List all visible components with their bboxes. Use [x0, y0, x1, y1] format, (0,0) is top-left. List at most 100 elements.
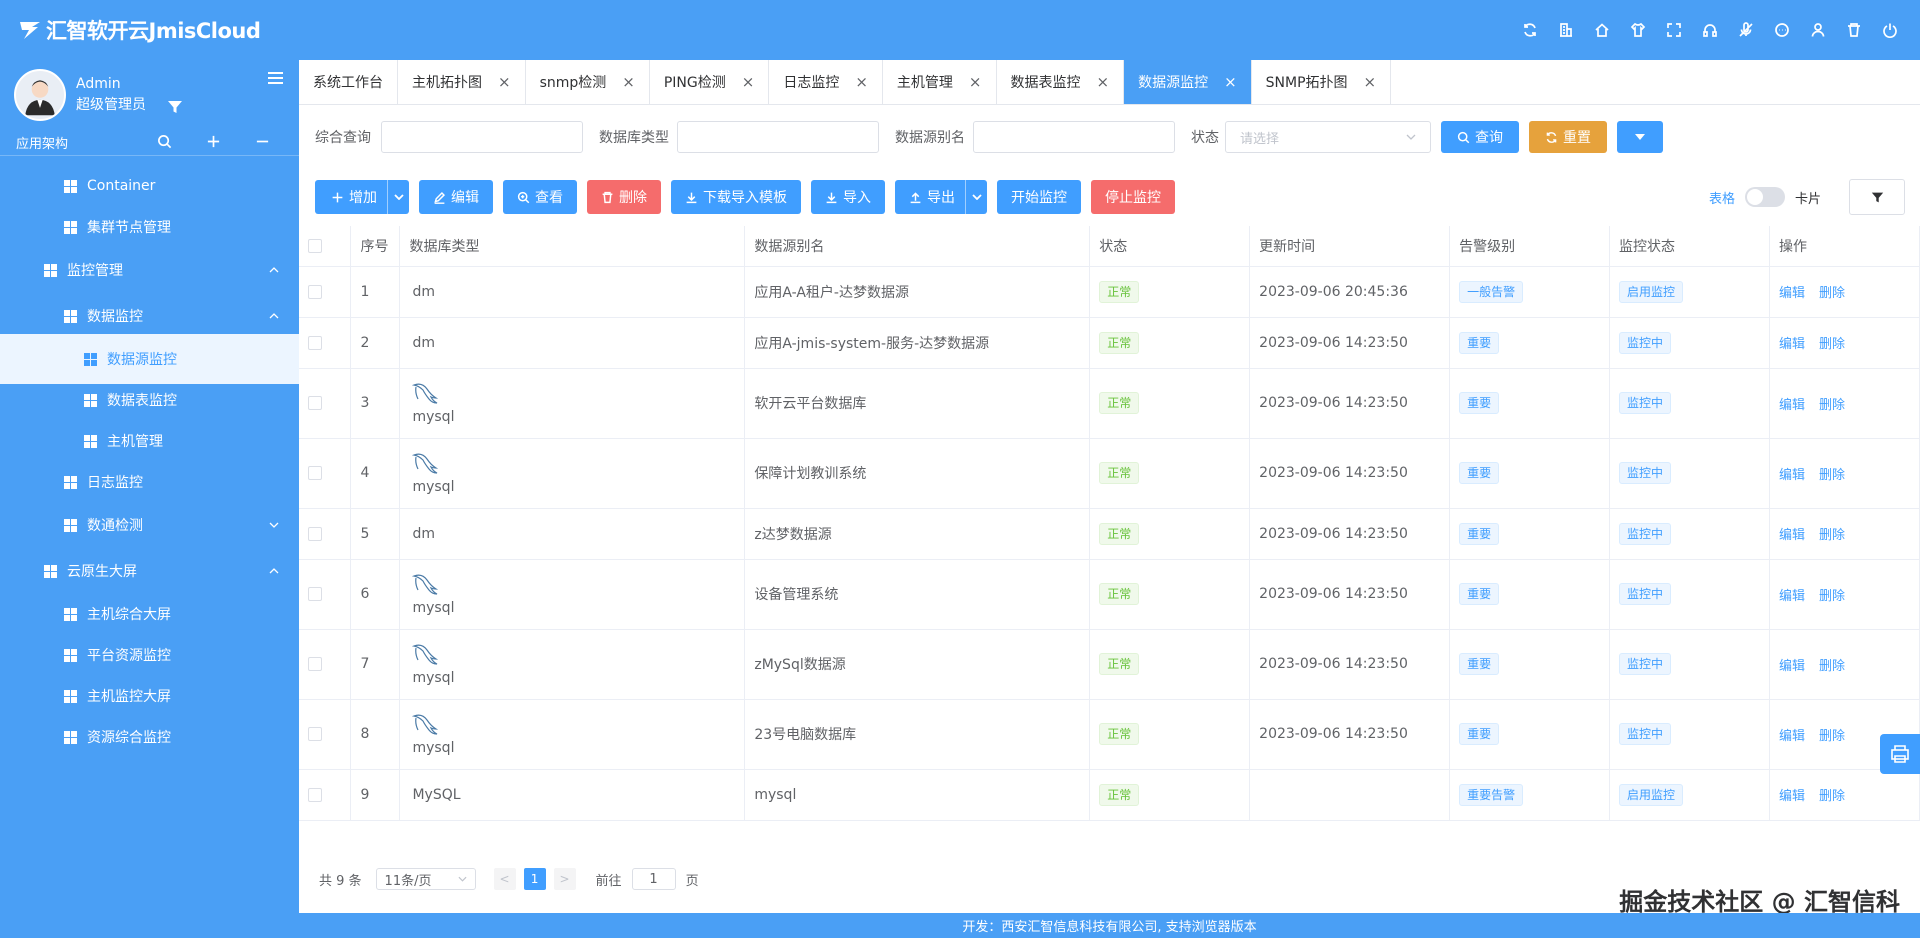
row-checkbox[interactable]: [308, 335, 322, 350]
table-row[interactable]: 1 dm 应用A-A租户-达梦数据源 正常 2023-09-06 20:45:36 一般告…: [299, 266, 1920, 318]
filter-alias-input[interactable]: [973, 121, 1175, 153]
row-edit-link[interactable]: 编辑: [1779, 468, 1805, 483]
table-row[interactable]: 9 MySQL mysql 正常 重要告警 启用监控 编辑 删除: [299, 769, 1920, 821]
close-icon[interactable]: ×: [1224, 73, 1237, 91]
shirt-icon[interactable]: [1620, 12, 1656, 48]
table-row[interactable]: 3 mysql 软开云平台数据库 正常 2023-09-06 14:23:50 重要 监控中…: [299, 368, 1920, 439]
table-row[interactable]: 5 dm z达梦数据源 正常 2023-09-06 14:23:50 重要 监控中 编辑 删除: [299, 508, 1920, 560]
row-delete-link[interactable]: 删除: [1819, 729, 1845, 744]
col-header[interactable]: 监控状态: [1609, 226, 1770, 267]
table-row[interactable]: 8 mysql 23号电脑数据库 正常 2023-09-06 14:23:50 重要 监控中…: [299, 699, 1920, 770]
stop-monitor-button[interactable]: 停止监控: [1091, 180, 1175, 214]
close-icon[interactable]: ×: [855, 73, 868, 91]
column-filter-button[interactable]: [1849, 179, 1905, 215]
close-icon[interactable]: ×: [622, 73, 635, 91]
start-monitor-button[interactable]: 开始监控: [997, 180, 1081, 214]
row-checkbox[interactable]: [308, 787, 322, 802]
close-icon[interactable]: ×: [498, 73, 511, 91]
table-row[interactable]: 6 mysql 设备管理系统 正常 2023-09-06 14:23:50 重要 监控中 编辑…: [299, 559, 1920, 630]
row-checkbox[interactable]: [308, 396, 322, 410]
reset-button[interactable]: 重置: [1529, 121, 1607, 153]
goto-page-input[interactable]: 1: [631, 868, 676, 890]
download-template-button[interactable]: 下载导入模板: [671, 180, 801, 214]
fullscreen-icon[interactable]: [1656, 12, 1692, 48]
tab[interactable]: 数据表监控 ×: [997, 60, 1125, 104]
add-dropdown-button[interactable]: [387, 180, 409, 214]
row-checkbox[interactable]: [308, 587, 322, 601]
tab[interactable]: 主机拓扑图 ×: [398, 60, 526, 104]
delete-button[interactable]: 删除: [587, 180, 661, 214]
select-all-checkbox[interactable]: [308, 238, 322, 253]
row-delete-link[interactable]: 删除: [1819, 468, 1845, 483]
export-dropdown-button[interactable]: [965, 180, 987, 214]
row-edit-link[interactable]: 编辑: [1779, 659, 1805, 674]
col-header[interactable]: 数据库类型: [399, 226, 746, 267]
row-delete-link[interactable]: 删除: [1819, 659, 1845, 674]
sidebar-item[interactable]: 数通检测: [0, 500, 299, 550]
row-delete-link[interactable]: 删除: [1819, 286, 1845, 301]
prev-page-button[interactable]: <: [493, 868, 516, 890]
filter-keyword-input[interactable]: [381, 121, 583, 153]
row-edit-link[interactable]: 编辑: [1779, 398, 1805, 413]
col-header[interactable]: 操作: [1769, 226, 1920, 267]
view-button[interactable]: 查看: [503, 180, 577, 214]
refresh-icon[interactable]: [1512, 12, 1548, 48]
import-button[interactable]: 导入: [811, 180, 885, 214]
table-row[interactable]: 4 mysql 保障计划教训系统 正常 2023-09-06 14:23:50 重要 监控中…: [299, 438, 1920, 509]
col-header[interactable]: 状态: [1089, 226, 1251, 267]
floating-helper-button[interactable]: [1880, 734, 1920, 774]
chat-icon[interactable]: [1764, 12, 1800, 48]
row-checkbox[interactable]: [308, 727, 322, 741]
filter-icon[interactable]: [167, 99, 183, 115]
close-icon[interactable]: ×: [1364, 73, 1377, 91]
close-icon[interactable]: ×: [1097, 73, 1110, 91]
row-edit-link[interactable]: 编辑: [1779, 286, 1805, 301]
row-edit-link[interactable]: 编辑: [1779, 729, 1805, 744]
row-delete-link[interactable]: 删除: [1819, 789, 1845, 804]
table-row[interactable]: 7 mysql zMySql数据源 正常 2023-09-06 14:23:50 重要 监控…: [299, 629, 1920, 700]
row-delete-link[interactable]: 删除: [1819, 337, 1845, 352]
tab[interactable]: 主机管理 ×: [883, 60, 997, 104]
row-checkbox[interactable]: [308, 466, 322, 480]
view-mode-switch[interactable]: [1744, 187, 1785, 207]
row-delete-link[interactable]: 删除: [1819, 528, 1845, 543]
row-checkbox[interactable]: [308, 657, 322, 671]
home-icon[interactable]: [1584, 12, 1620, 48]
more-search-button[interactable]: [1617, 121, 1663, 153]
tab[interactable]: SNMP拓扑图 ×: [1252, 60, 1392, 104]
col-header[interactable]: 序号: [350, 226, 401, 267]
page-size-select[interactable]: 11条/页: [375, 868, 476, 890]
edit-button[interactable]: 编辑: [419, 180, 493, 214]
row-checkbox[interactable]: [308, 284, 322, 299]
user-icon[interactable]: [1800, 12, 1836, 48]
row-edit-link[interactable]: 编辑: [1779, 589, 1805, 604]
power-icon[interactable]: [1872, 12, 1908, 48]
mic-off-icon[interactable]: [1728, 12, 1764, 48]
sidebar-item[interactable]: 监控管理: [0, 245, 299, 295]
minus-icon[interactable]: [238, 134, 287, 149]
filter-dbtype-input[interactable]: [677, 121, 879, 153]
row-checkbox[interactable]: [308, 526, 322, 541]
search-icon[interactable]: [140, 134, 189, 149]
tab[interactable]: snmp检测 ×: [526, 60, 650, 104]
next-page-button[interactable]: >: [553, 868, 576, 890]
row-edit-link[interactable]: 编辑: [1779, 337, 1805, 352]
tab[interactable]: 系统工作台: [299, 60, 398, 104]
sidebar-item[interactable]: 资源综合监控: [0, 712, 299, 762]
avatar[interactable]: [14, 69, 66, 121]
tab[interactable]: 日志监控 ×: [769, 60, 883, 104]
table-row[interactable]: 2 dm 应用A-jmis-system-服务-达梦数据源 正常 2023-09-06 …: [299, 317, 1920, 369]
close-icon[interactable]: ×: [742, 73, 755, 91]
row-edit-link[interactable]: 编辑: [1779, 528, 1805, 543]
export-button[interactable]: 导出: [895, 180, 965, 214]
building-icon[interactable]: [1548, 12, 1584, 48]
query-button[interactable]: 查询: [1441, 121, 1519, 153]
row-edit-link[interactable]: 编辑: [1779, 789, 1805, 804]
filter-status-select[interactable]: 请选择: [1225, 121, 1431, 153]
headset-icon[interactable]: [1692, 12, 1728, 48]
menu-toggle-icon[interactable]: [268, 72, 283, 84]
row-delete-link[interactable]: 删除: [1819, 398, 1845, 413]
close-icon[interactable]: ×: [969, 73, 982, 91]
add-button[interactable]: 增加: [315, 180, 387, 214]
col-header[interactable]: 数据源别名: [744, 226, 1091, 267]
